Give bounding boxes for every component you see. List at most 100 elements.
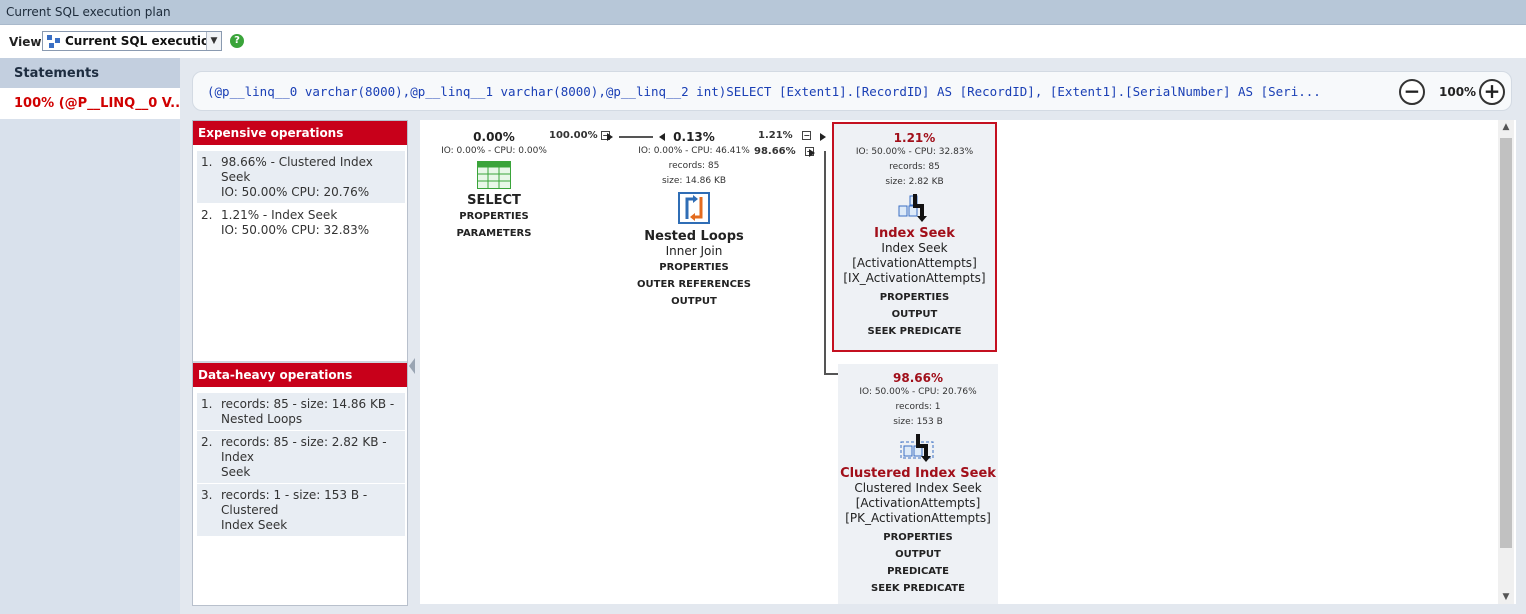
operations-sidebar: Expensive operations 1. 98.66% - Cluster… [192, 120, 408, 606]
item-line1: 1.21% - Index Seek [221, 208, 338, 222]
node-name: Nested Loops [644, 229, 744, 244]
outer-references-link[interactable]: OUTER REFERENCES [634, 276, 754, 293]
select-node[interactable]: 0.00% IO: 0.00% - CPU: 0.00% SELECT PROP… [434, 130, 554, 242]
node-index: [PK_ActivationAttempts] [845, 511, 991, 525]
list-item[interactable]: 2. records: 85 - size: 2.82 KB - Index S… [197, 431, 405, 483]
properties-link[interactable]: PROPERTIES [838, 529, 998, 546]
node-name: SELECT [467, 193, 521, 208]
node-subtitle: Clustered Index Seek [854, 481, 982, 495]
clustered-index-seek-node[interactable]: 98.66% IO: 50.00% - CPU: 20.76% records:… [838, 364, 998, 604]
edge-percent: 100.00% [549, 130, 598, 141]
plan-area: (@p__linq__0 varchar(8000),@p__linq__1 v… [180, 58, 1526, 614]
item-line1: 98.66% - Clustered Index Seek [221, 155, 373, 184]
expensive-operations-header: Expensive operations [193, 121, 407, 145]
item-line1: records: 1 - size: 153 B - Clustered [221, 488, 368, 517]
item-number: 2. [201, 435, 213, 449]
properties-link[interactable]: PROPERTIES [434, 208, 554, 225]
zoom-in-button[interactable]: + [1479, 79, 1505, 105]
predicate-link[interactable]: PREDICATE [838, 563, 998, 580]
data-heavy-section: Data-heavy operations 1. records: 85 - s… [193, 363, 407, 537]
help-icon[interactable]: ? [230, 34, 244, 48]
item-number: 2. [201, 208, 213, 222]
vertical-scrollbar[interactable]: ▲ ▼ [1498, 120, 1514, 604]
item-line2: Index Seek [221, 518, 288, 532]
plan-canvas: 0.00% IO: 0.00% - CPU: 0.00% SELECT PROP… [420, 120, 1516, 604]
edge-line [824, 151, 826, 375]
node-table: [ActivationAttempts] [852, 256, 977, 270]
item-number: 1. [201, 397, 213, 411]
item-line1: records: 85 - size: 2.82 KB - Index [221, 435, 387, 464]
collapse-sidebar-icon[interactable] [409, 358, 415, 374]
clustered-index-seek-icon [900, 434, 934, 462]
data-heavy-operations-list: 1. records: 85 - size: 14.86 KB - Nested… [193, 387, 407, 536]
select-table-icon [477, 161, 511, 189]
item-number: 3. [201, 488, 213, 502]
node-size: size: 2.82 KB [885, 177, 944, 187]
scrollbar-thumb[interactable] [1500, 138, 1512, 548]
node-io-cpu: IO: 50.00% - CPU: 32.83% [855, 147, 974, 157]
node-index: [IX_ActivationAttempts] [843, 271, 986, 285]
parameters-link[interactable]: PARAMETERS [434, 225, 554, 242]
scroll-up-icon[interactable]: ▲ [1498, 122, 1514, 132]
node-subtitle: Index Seek [881, 241, 948, 255]
index-seek-icon [898, 194, 927, 222]
list-item[interactable]: 1. 98.66% - Clustered Index Seek IO: 50.… [197, 151, 405, 203]
properties-link[interactable]: PROPERTIES [834, 289, 995, 306]
sql-text: (@p__linq__0 varchar(8000),@p__linq__1 v… [207, 84, 1321, 99]
statements-panel: Statements 100% (@P__LINQ__0 V... [0, 58, 180, 614]
arrow-right-icon [607, 133, 613, 141]
output-link[interactable]: OUTPUT [838, 546, 998, 563]
execution-plan-icon [47, 35, 60, 48]
view-label: View: [9, 35, 47, 49]
window-title: Current SQL execution plan [0, 0, 1526, 25]
edge-2-label: 1.21% − [758, 130, 812, 141]
seek-predicate-link[interactable]: SEEK PREDICATE [834, 323, 995, 340]
seek-predicate-link[interactable]: SEEK PREDICATE [838, 580, 998, 597]
edge-1-label: 100.00% − [549, 130, 611, 141]
node-io-cpu: IO: 0.00% - CPU: 0.00% [441, 146, 547, 156]
item-number: 1. [201, 155, 213, 169]
statements-header: Statements [0, 58, 180, 88]
node-percent: 1.21% [893, 131, 936, 145]
node-name: Index Seek [874, 226, 955, 241]
item-line2: IO: 50.00% CPU: 32.83% [221, 223, 370, 237]
expensive-operations-list: 1. 98.66% - Clustered Index Seek IO: 50.… [193, 145, 407, 241]
data-heavy-operations-header: Data-heavy operations [193, 363, 407, 387]
item-line1: records: 85 - size: 14.86 KB - [221, 397, 395, 411]
node-records: records: 1 [895, 402, 941, 412]
chevron-down-icon[interactable]: ▼ [206, 32, 221, 50]
zoom-out-button[interactable]: − [1399, 79, 1425, 105]
view-select[interactable]: Current SQL execution... ▼ [42, 31, 222, 51]
output-link[interactable]: OUTPUT [834, 306, 995, 323]
node-size: size: 153 B [893, 417, 943, 427]
node-io-cpu: IO: 0.00% - CPU: 46.41% [638, 146, 750, 156]
node-percent: 0.00% [473, 130, 515, 144]
zoom-level: 100% [1439, 85, 1477, 99]
node-percent: 0.13% [673, 130, 715, 144]
view-toolbar: View: Current SQL execution... ▼ ? [0, 25, 1526, 58]
list-item[interactable]: 3. records: 1 - size: 153 B - Clustered … [197, 484, 405, 536]
edge-3-label: 98.66% − [754, 146, 815, 157]
list-item[interactable]: 1. records: 85 - size: 14.86 KB - Nested… [197, 393, 405, 430]
output-link[interactable]: OUTPUT [634, 293, 754, 310]
statement-item[interactable]: 100% (@P__LINQ__0 V... [0, 88, 180, 119]
arrow-right-icon [820, 133, 826, 141]
node-percent: 98.66% [893, 371, 943, 385]
list-item[interactable]: 2. 1.21% - Index Seek IO: 50.00% CPU: 32… [197, 204, 405, 241]
node-table: [ActivationAttempts] [855, 496, 981, 510]
nested-loops-icon [678, 192, 710, 224]
scroll-down-icon[interactable]: ▼ [1498, 592, 1514, 602]
node-subtitle: Inner Join [665, 244, 723, 258]
edge-percent: 1.21% [758, 130, 793, 141]
node-io-cpu: IO: 50.00% - CPU: 20.76% [859, 387, 977, 397]
sql-text-bar: (@p__linq__0 varchar(8000),@p__linq__1 v… [192, 71, 1512, 111]
collapse-icon[interactable]: − [802, 130, 812, 140]
node-records: records: 85 [889, 162, 940, 172]
nested-loops-node[interactable]: 0.13% IO: 0.00% - CPU: 46.41% records: 8… [634, 130, 754, 310]
properties-link[interactable]: PROPERTIES [634, 259, 754, 276]
view-select-value: Current SQL execution... [65, 34, 222, 48]
node-name: Clustered Index Seek [840, 466, 996, 481]
index-seek-node[interactable]: 1.21% IO: 50.00% - CPU: 32.83% records: … [832, 122, 997, 352]
arrow-right-icon [809, 149, 815, 157]
edge-percent: 98.66% [754, 146, 796, 157]
